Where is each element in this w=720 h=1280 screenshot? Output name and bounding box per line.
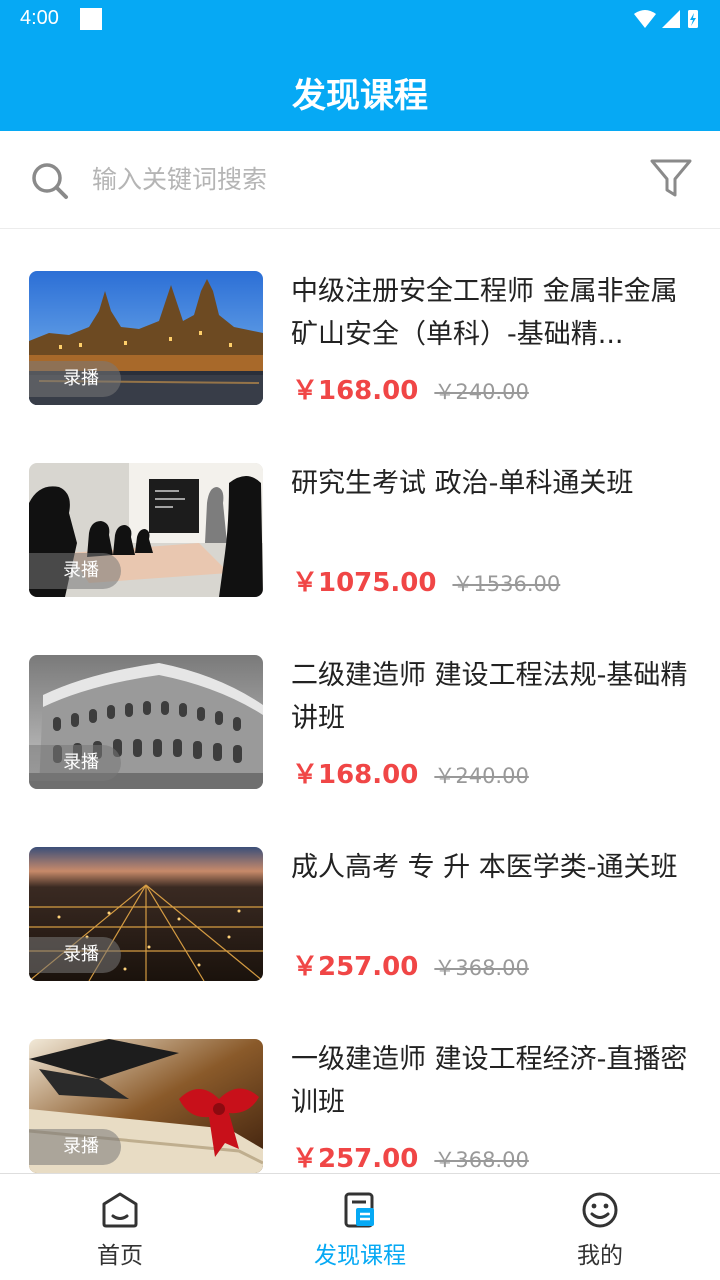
course-title[interactable]: 一级建造师 建设工程经济-直播密训班: [291, 1038, 691, 1124]
course-price: ￥257.00: [292, 952, 419, 982]
course-original-price: ￥368.00: [434, 956, 529, 980]
search-bar: [0, 131, 720, 229]
nav-item-courses[interactable]: 发现课程: [240, 1174, 480, 1280]
course-prices: ￥257.00 ￥368.00: [292, 946, 529, 986]
course-item[interactable]: 录播 二级建造师 建设工程法规-基础精讲班 ￥168.00 ￥240.00: [0, 614, 720, 806]
notification-icon: [80, 8, 102, 30]
course-original-price: ￥1536.00: [452, 572, 561, 596]
smiley-icon: [582, 1192, 618, 1228]
nav-label-courses: 发现课程: [314, 1243, 406, 1269]
course-title[interactable]: 成人高考 专 升 本医学类-通关班: [291, 846, 691, 889]
signal-icon: [662, 10, 680, 28]
nav-item-home[interactable]: 首页: [0, 1174, 240, 1280]
recorded-badge: 录播: [29, 745, 121, 781]
course-prices: ￥1075.00 ￥1536.00: [292, 562, 560, 602]
course-prices: ￥168.00 ￥240.00: [292, 754, 529, 794]
course-thumbnail[interactable]: 录播: [29, 655, 263, 789]
course-title[interactable]: 研究生考试 政治-单科通关班: [291, 462, 691, 505]
course-original-price: ￥240.00: [434, 764, 529, 788]
recorded-badge: 录播: [29, 937, 121, 973]
course-price: ￥168.00: [292, 760, 419, 790]
bottom-nav: 首页 发现课程 我的: [0, 1173, 720, 1280]
course-price: ￥168.00: [292, 376, 419, 406]
course-original-price: ￥240.00: [434, 380, 529, 404]
course-thumbnail[interactable]: 录播: [29, 463, 263, 597]
course-original-price: ￥368.00: [434, 1148, 529, 1172]
course-item[interactable]: 录播 一级建造师 建设工程经济-直播密训班 ￥257.00 ￥368.00: [0, 998, 720, 1173]
status-time: 4:00: [20, 7, 59, 29]
nav-label-me: 我的: [577, 1243, 623, 1269]
app-header: 4:00 发现课程: [0, 0, 720, 131]
status-bar: 4:00: [0, 0, 720, 38]
recorded-badge: 录播: [29, 553, 121, 589]
course-item[interactable]: 录播 成人高考 专 升 本医学类-通关班 ￥257.00 ￥368.00: [0, 806, 720, 998]
search-input[interactable]: [92, 157, 612, 201]
filter-icon[interactable]: [648, 155, 694, 201]
course-list: 录播 中级注册安全工程师 金属非金属矿山安全（单科）-基础精... ￥168.0…: [0, 230, 720, 1173]
wifi-icon: [634, 10, 656, 28]
nav-label-home: 首页: [97, 1243, 143, 1269]
system-status-icons: [634, 10, 698, 28]
home-icon: [102, 1192, 138, 1228]
recorded-badge: 录播: [29, 361, 121, 397]
course-price: ￥257.00: [292, 1144, 419, 1173]
course-prices: ￥257.00 ￥368.00: [292, 1138, 529, 1173]
course-price: ￥1075.00: [292, 568, 437, 598]
page-title: 发现课程: [292, 76, 428, 116]
nav-item-me[interactable]: 我的: [480, 1174, 720, 1280]
course-thumbnail[interactable]: 录播: [29, 271, 263, 405]
course-thumbnail[interactable]: 录播: [29, 1039, 263, 1173]
course-prices: ￥168.00 ￥240.00: [292, 370, 529, 410]
courses-icon: [344, 1192, 374, 1228]
search-icon[interactable]: [30, 161, 70, 201]
course-thumbnail[interactable]: 录播: [29, 847, 263, 981]
recorded-badge: 录播: [29, 1129, 121, 1165]
course-item[interactable]: 录播 研究生考试 政治-单科通关班 ￥1075.00 ￥1536.00: [0, 422, 720, 614]
course-title[interactable]: 二级建造师 建设工程法规-基础精讲班: [291, 654, 691, 740]
course-title[interactable]: 中级注册安全工程师 金属非金属矿山安全（单科）-基础精...: [291, 270, 691, 356]
course-item[interactable]: 录播 中级注册安全工程师 金属非金属矿山安全（单科）-基础精... ￥168.0…: [0, 230, 720, 422]
